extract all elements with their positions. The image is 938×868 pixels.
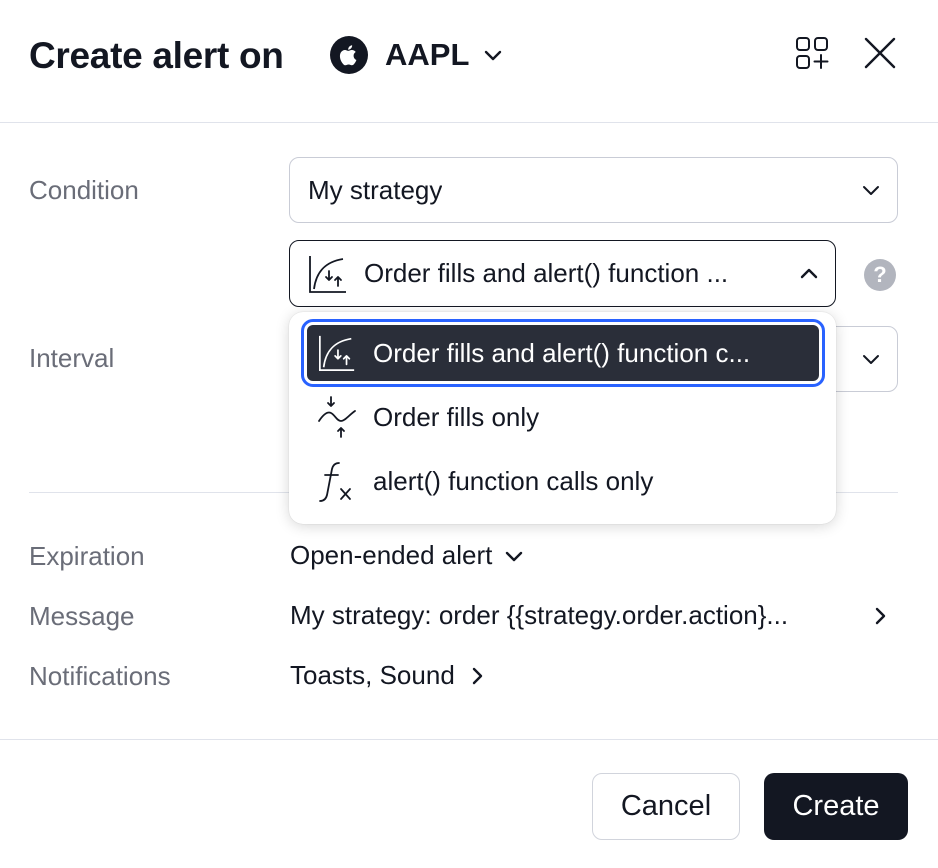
close-button[interactable] <box>857 32 903 78</box>
order-fills-curve-icon <box>306 252 350 296</box>
condition-label: Condition <box>29 175 139 205</box>
condition-select[interactable]: My strategy <box>289 157 898 223</box>
dropdown-option-label: alert() function calls only <box>373 465 654 496</box>
order-fills-zigzag-icon <box>317 396 357 438</box>
create-button[interactable]: Create <box>764 773 908 840</box>
message-editor-link[interactable]: My strategy: order {{strategy.order.acti… <box>290 600 898 631</box>
symbol-selector[interactable]: AAPL <box>330 32 505 78</box>
message-label: Message <box>29 601 135 631</box>
chevron-right-icon <box>465 664 489 688</box>
create-alert-dialog: Create alert on AAPL Condition My strate… <box>0 0 938 868</box>
expiration-selector[interactable]: Open-ended alert <box>290 540 526 571</box>
dialog-title: Create alert on <box>29 35 284 76</box>
function-fx-icon <box>317 461 357 502</box>
chevron-down-icon <box>859 347 883 371</box>
chevron-down-icon <box>481 43 505 67</box>
notifications-value: Toasts, Sound <box>290 660 455 690</box>
symbol-name: AAPL <box>385 37 470 72</box>
chevron-up-icon <box>797 262 821 286</box>
expiration-value: Open-ended alert <box>290 540 493 570</box>
dialog-header: Create alert on AAPL <box>0 0 938 123</box>
chevron-down-icon <box>859 178 883 202</box>
alert-type-value: Order fills and alert() function ... <box>364 258 729 288</box>
dialog-footer: Cancel Create <box>0 739 938 868</box>
interval-label: Interval <box>29 343 115 373</box>
alert-type-select[interactable]: Order fills and alert() function ... <box>289 240 836 307</box>
condition-value: My strategy <box>308 174 443 205</box>
dropdown-option-order-fills-only[interactable]: Order fills only <box>307 389 819 445</box>
message-value: My strategy: order {{strategy.order.acti… <box>290 600 789 630</box>
order-fills-curve-icon <box>317 333 357 373</box>
notifications-link[interactable]: Toasts, Sound <box>290 660 489 691</box>
close-icon <box>863 36 897 75</box>
dropdown-option-label: Order fills and alert() function c... <box>373 337 751 368</box>
dropdown-option-label: Order fills only <box>373 401 540 432</box>
cancel-button[interactable]: Cancel <box>592 773 740 840</box>
notifications-label: Notifications <box>29 661 171 691</box>
dropdown-option-order-fills-and-alerts[interactable]: Order fills and alert() function c... <box>301 319 825 387</box>
chevron-down-icon <box>502 544 526 568</box>
chevron-right-icon <box>868 604 892 628</box>
dropdown-option-alert-function-only[interactable]: alert() function calls only <box>307 453 819 509</box>
alert-type-dropdown: Order fills and alert() function c... Or… <box>289 312 836 524</box>
help-icon[interactable]: ? <box>864 259 896 291</box>
expiration-label: Expiration <box>29 541 145 571</box>
grid-plus-icon <box>794 35 830 76</box>
add-symbol-button[interactable] <box>789 32 835 78</box>
apple-logo-icon <box>330 36 368 74</box>
